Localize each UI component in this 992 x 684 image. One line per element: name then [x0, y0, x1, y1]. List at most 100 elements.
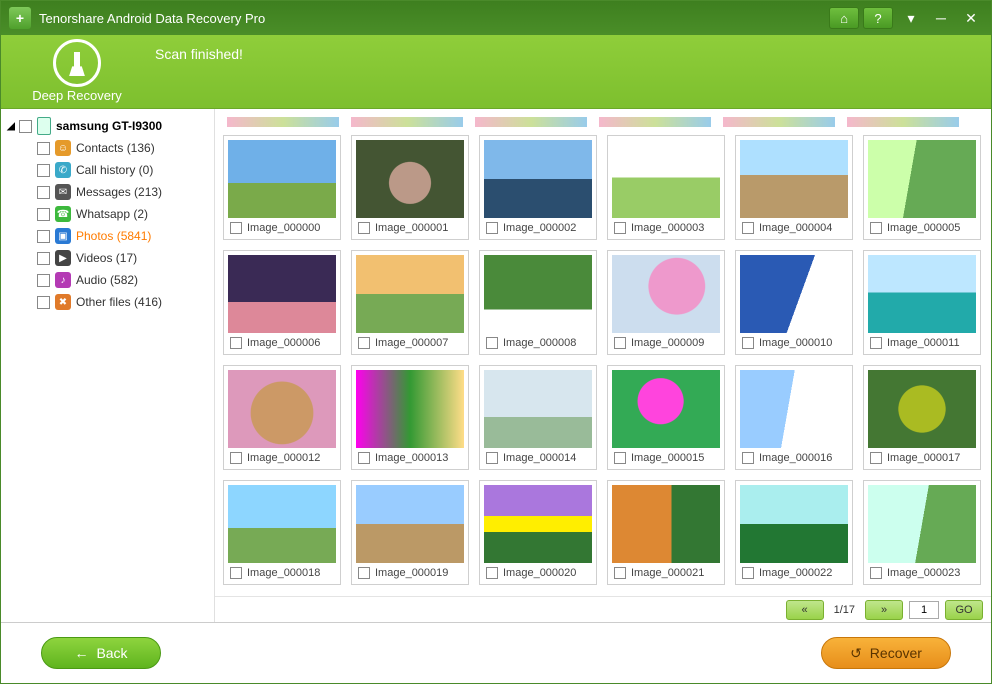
photo-card[interactable]: Image_000010 [735, 250, 853, 355]
photo-card[interactable]: Image_000018 [223, 480, 341, 585]
photo-checkbox[interactable] [230, 567, 242, 579]
tree-collapse-icon: ◢ [5, 121, 17, 132]
photo-card[interactable]: Image_000003 [607, 135, 725, 240]
photo-checkbox[interactable] [614, 337, 626, 349]
photo-card[interactable]: Image_000017 [863, 365, 981, 470]
app-window: Tenorshare Android Data Recovery Pro ⌂ ?… [0, 0, 992, 684]
photo-checkbox[interactable] [870, 567, 882, 579]
home-button[interactable]: ⌂ [829, 7, 859, 29]
photo-card[interactable]: Image_000005 [863, 135, 981, 240]
category-list: ☺Contacts (136)✆Call history (0)✉Message… [5, 137, 210, 313]
home-icon: ⌂ [840, 11, 848, 26]
photo-card-footer: Image_000015 [608, 448, 724, 469]
photo-checkbox[interactable] [870, 222, 882, 234]
pager-go-button[interactable]: GO [945, 600, 983, 620]
photo-filename: Image_000004 [759, 222, 832, 234]
photo-thumbnail [356, 370, 464, 448]
photo-card[interactable]: Image_000014 [479, 365, 597, 470]
sidebar-item-contacts[interactable]: ☺Contacts (136) [35, 137, 210, 159]
sidebar-item-callhist[interactable]: ✆Call history (0) [35, 159, 210, 181]
sidebar-item-audio[interactable]: ♪Audio (582) [35, 269, 210, 291]
category-checkbox[interactable] [37, 252, 50, 265]
photo-thumbnail [612, 485, 720, 563]
photo-card[interactable]: Image_000020 [479, 480, 597, 585]
photo-checkbox[interactable] [614, 452, 626, 464]
category-checkbox[interactable] [37, 142, 50, 155]
minimize-button[interactable]: ─ [929, 7, 953, 29]
deep-recovery-button[interactable]: Deep Recovery [17, 39, 137, 103]
photo-card[interactable]: Image_000007 [351, 250, 469, 355]
menu-dropdown-button[interactable]: ▾ [899, 7, 923, 29]
category-checkbox[interactable] [37, 274, 50, 287]
sidebar-item-whatsapp[interactable]: ☎Whatsapp (2) [35, 203, 210, 225]
photo-checkbox[interactable] [230, 337, 242, 349]
photo-card[interactable]: Image_000000 [223, 135, 341, 240]
pager-prev-button[interactable]: « [786, 600, 824, 620]
photo-card[interactable]: Image_000009 [607, 250, 725, 355]
photo-filename: Image_000014 [503, 452, 576, 464]
category-checkbox[interactable] [37, 164, 50, 177]
photo-filename: Image_000012 [247, 452, 320, 464]
photo-card[interactable]: Image_000022 [735, 480, 853, 585]
photo-card[interactable]: Image_000021 [607, 480, 725, 585]
sidebar-item-photos[interactable]: ▣Photos (5841) [35, 225, 210, 247]
sidebar-item-videos[interactable]: ▶Videos (17) [35, 247, 210, 269]
grid-scroll[interactable]: Image_000000Image_000001 Image_000002 Imag… [215, 109, 991, 596]
photo-checkbox[interactable] [486, 567, 498, 579]
photo-card[interactable]: Image_000002 [479, 135, 597, 240]
photo-checkbox[interactable] [358, 337, 370, 349]
photo-checkbox[interactable] [742, 452, 754, 464]
pager-page-label: 1/17 [830, 604, 859, 616]
photo-checkbox[interactable] [870, 337, 882, 349]
photo-card[interactable]: Image_000013 [351, 365, 469, 470]
pager-next-icon: » [881, 604, 887, 616]
photo-checkbox[interactable] [742, 567, 754, 579]
back-button[interactable]: ← Back [41, 637, 161, 669]
photo-card[interactable]: Image_000004 [735, 135, 853, 240]
photo-card-footer: Image_000007 [352, 333, 468, 354]
photo-checkbox[interactable] [358, 452, 370, 464]
photo-card[interactable]: Image_000011 [863, 250, 981, 355]
photo-card-footer: Image_000018 [224, 563, 340, 584]
recover-button[interactable]: ↺ Recover [821, 637, 951, 669]
photo-checkbox[interactable] [358, 567, 370, 579]
photo-checkbox[interactable] [358, 222, 370, 234]
app-logo-icon [9, 7, 31, 29]
photo-card[interactable]: Image_000016 [735, 365, 853, 470]
photo-card[interactable]: Image_000015 [607, 365, 725, 470]
sidebar-item-messages[interactable]: ✉Messages (213) [35, 181, 210, 203]
close-button[interactable]: ✕ [959, 7, 983, 29]
photo-card[interactable]: Image_000023 [863, 480, 981, 585]
photo-checkbox[interactable] [486, 337, 498, 349]
category-checkbox[interactable] [37, 230, 50, 243]
photo-checkbox[interactable] [742, 222, 754, 234]
back-label: Back [96, 645, 127, 661]
category-checkbox[interactable] [37, 296, 50, 309]
photo-card[interactable]: Image_000001 [351, 135, 469, 240]
photo-checkbox[interactable] [614, 567, 626, 579]
photo-checkbox[interactable] [230, 222, 242, 234]
photo-checkbox[interactable] [486, 222, 498, 234]
pager-page-input[interactable] [909, 601, 939, 619]
device-tree-root[interactable]: ◢ samsung GT-I9300 [5, 115, 210, 137]
help-button[interactable]: ? [863, 7, 893, 29]
photo-card[interactable]: Image_000019 [351, 480, 469, 585]
photo-card[interactable]: Image_000006 [223, 250, 341, 355]
device-checkbox[interactable] [19, 120, 32, 133]
photo-card-footer: Image_000016 [736, 448, 852, 469]
photo-card[interactable]: Image_000008 [479, 250, 597, 355]
pager-next-button[interactable]: » [865, 600, 903, 620]
sidebar-item-other[interactable]: ✖Other files (416) [35, 291, 210, 313]
photo-card-footer: Image_000002 [480, 218, 596, 239]
photo-checkbox[interactable] [230, 452, 242, 464]
category-checkbox[interactable] [37, 186, 50, 199]
category-checkbox[interactable] [37, 208, 50, 221]
photos-icon: ▣ [55, 228, 71, 244]
photo-checkbox[interactable] [742, 337, 754, 349]
photo-card-footer: Image_000004 [736, 218, 852, 239]
photo-filename: Image_000015 [631, 452, 704, 464]
photo-checkbox[interactable] [486, 452, 498, 464]
photo-card[interactable]: Image_000012 [223, 365, 341, 470]
photo-checkbox[interactable] [614, 222, 626, 234]
photo-checkbox[interactable] [870, 452, 882, 464]
